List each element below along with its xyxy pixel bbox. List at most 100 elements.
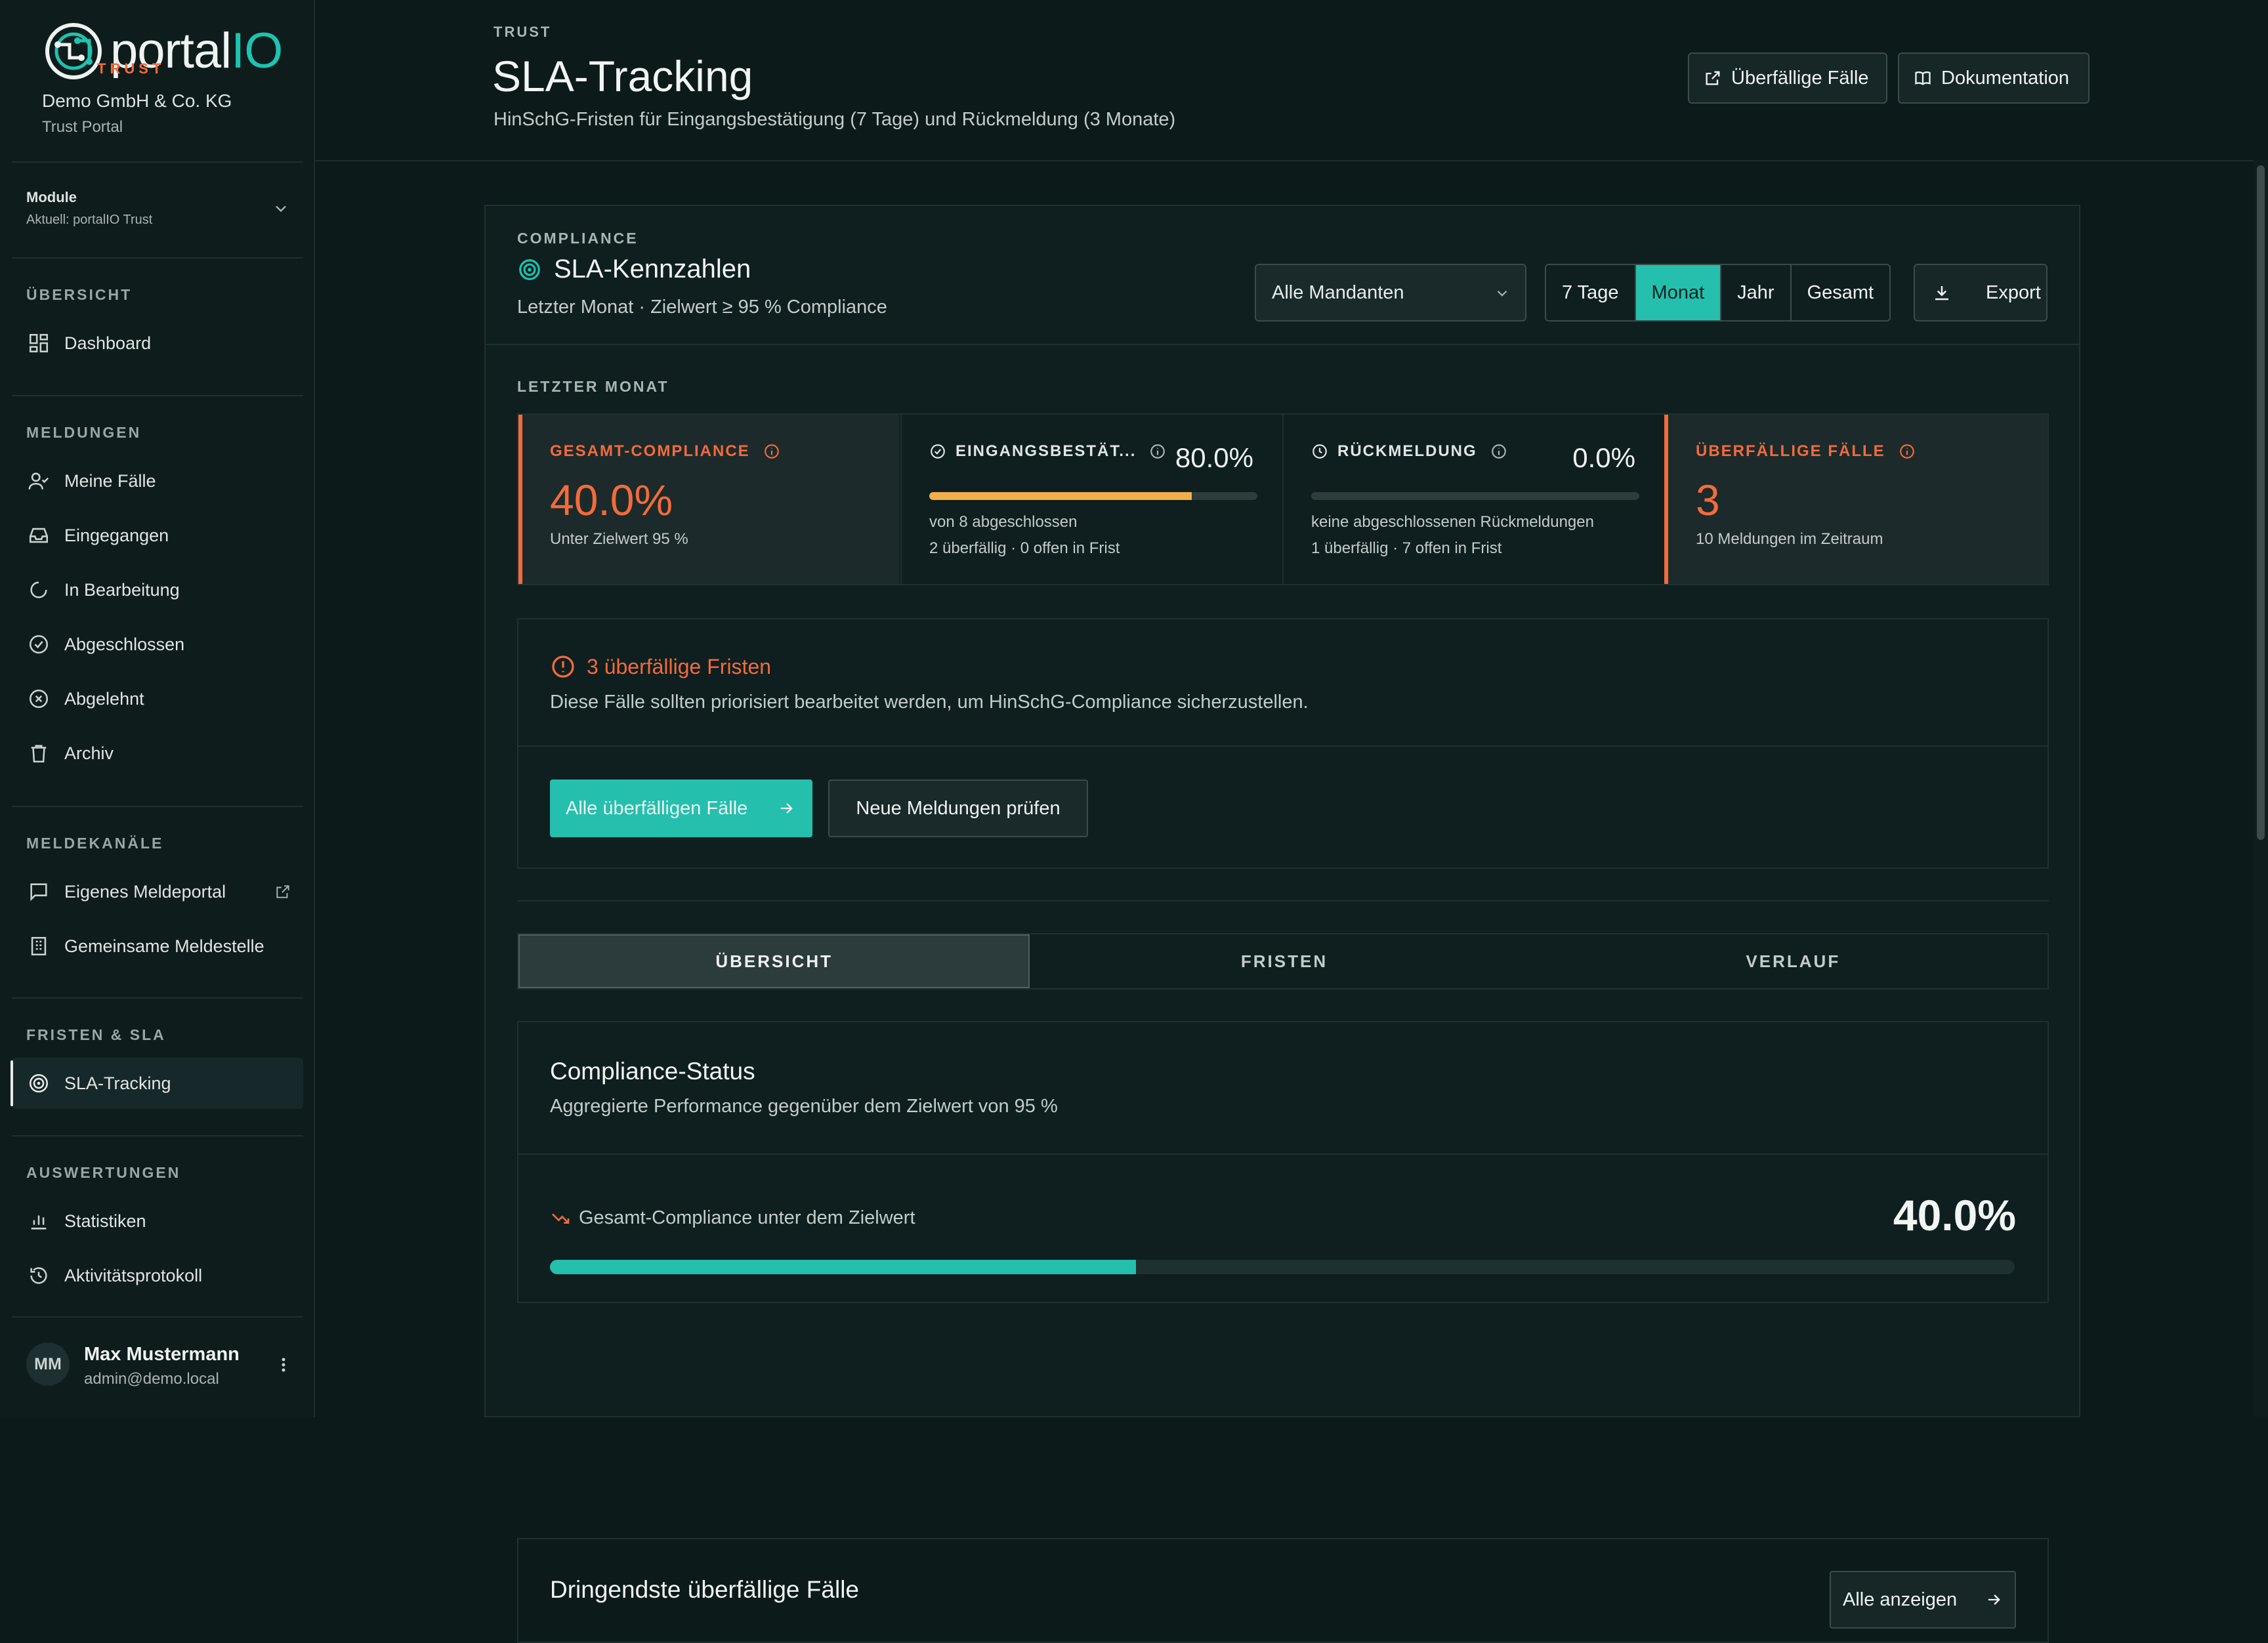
external-link-icon — [1706, 71, 1720, 85]
review-new-reports-button[interactable]: Neue Meldungen prüfen — [828, 780, 1088, 837]
breadcrumb[interactable]: TRUST — [494, 24, 551, 41]
sidebar-item-shared-office[interactable]: Gemeinsame Meldestelle — [12, 921, 303, 972]
chevron-down-icon — [276, 205, 286, 213]
sidebar-item-label: Abgelehnt — [64, 688, 144, 709]
sidebar-item-completed[interactable]: Abgeschlossen — [12, 619, 303, 670]
card-title: Dringendste überfällige Fälle — [550, 1576, 859, 1603]
all-overdue-cases-button[interactable]: Alle überfälligen Fälle — [550, 780, 812, 837]
show-all-button[interactable]: Alle anzeigen — [1830, 1571, 2016, 1629]
kpi-progress-bar — [929, 492, 1257, 500]
sidebar-item-own-portal[interactable]: Eigenes Meldeportal — [12, 866, 303, 917]
panel-title: SLA-Kennzahlen — [517, 255, 751, 284]
external-link-icon — [276, 885, 289, 898]
section-title-deadlines: FRISTEN & SLA — [26, 1026, 166, 1043]
card-title: Compliance-Status — [550, 1058, 755, 1085]
sidebar-item-label: Archiv — [64, 743, 114, 763]
sidebar-item-rejected[interactable]: Abgelehnt — [12, 673, 303, 724]
avatar: MM — [26, 1342, 70, 1386]
sidebar-item-label: Aktivitätsprotokoll — [64, 1265, 203, 1285]
arrow-right-icon — [1988, 1594, 2000, 1605]
period-year[interactable]: Jahr — [1721, 265, 1792, 320]
period-selector: 7 Tage Monat Jahr Gesamt — [1545, 264, 1891, 322]
tab-overview[interactable]: ÜBERSICHT — [518, 934, 1030, 988]
kpi-detail-1: von 8 abgeschlossen — [929, 513, 1078, 531]
sidebar-item-statistics[interactable]: Statistiken — [12, 1196, 303, 1247]
org-name: Demo GmbH & Co. KG — [42, 91, 232, 111]
sidebar-item-received[interactable]: Eingegangen — [12, 510, 303, 561]
info-icon[interactable] — [1149, 443, 1166, 460]
tenant-select[interactable]: Alle Mandanten — [1255, 264, 1526, 322]
divider — [12, 395, 303, 396]
divider — [486, 344, 2079, 345]
sidebar-item-label: Dashboard — [64, 333, 152, 353]
export-label: Export — [1986, 281, 2041, 303]
sidebar-item-label: Gemeinsame Meldestelle — [64, 936, 264, 956]
user-check-icon — [28, 472, 49, 489]
kpi-progress-bar — [1311, 492, 1639, 500]
module-value: Aktuell: portalIO Trust — [26, 213, 153, 227]
download-icon — [1935, 286, 1948, 301]
divider — [12, 997, 303, 999]
sidebar-item-sla-tracking[interactable]: SLA-Tracking — [10, 1058, 303, 1109]
kpi-value: 0.0% — [1572, 442, 1635, 473]
kpi-title-text: ÜBERFÄLLIGE FÄLLE — [1696, 442, 1885, 460]
kpi-grid: GESAMT-COMPLIANCE 40.0% Unter Zielwert 9… — [517, 413, 2049, 585]
inbox-icon — [29, 528, 49, 543]
kpi-progress-fill — [929, 492, 1192, 500]
divider — [518, 745, 2048, 747]
period-total[interactable]: Gesamt — [1791, 265, 1890, 320]
kpi-title: RÜCKMELDUNG — [1311, 442, 1507, 461]
all-overdue-cases-label: Alle überfälligen Fälle — [566, 797, 748, 819]
sidebar-item-in-progress[interactable]: In Bearbeitung — [12, 564, 303, 615]
panel-subtitle: Letzter Monat · Zielwert ≥ 95 % Complian… — [517, 297, 887, 318]
arrow-right-icon — [780, 803, 793, 814]
urgent-overdue-card: Dringendste überfällige Fälle Alle anzei… — [517, 1538, 2049, 1643]
main-content: TRUST SLA-Tracking HinSchG-Fristen für E… — [315, 0, 2268, 1643]
section-title-channels: MELDEKANÄLE — [26, 835, 164, 852]
section-title-reports: MELDUNGEN — [26, 424, 142, 441]
section-title-overview: ÜBERSICHT — [26, 286, 133, 303]
kpi-title: GESAMT-COMPLIANCE — [550, 442, 780, 461]
sidebar-item-label: SLA-Tracking — [64, 1073, 171, 1093]
period-label: LETZTER MONAT — [517, 378, 669, 395]
kpi-value: 80.0% — [1175, 442, 1253, 473]
divider — [12, 1135, 303, 1136]
compliance-progress-bar — [550, 1260, 2015, 1274]
show-all-label: Alle anzeigen — [1843, 1589, 1958, 1610]
kpi-detail-1: keine abgeschlossenen Rückmeldungen — [1311, 513, 1594, 531]
tab-bar: ÜBERSICHT FRISTEN VERLAUF — [517, 933, 2049, 989]
module-switcher[interactable]: Module Aktuell: portalIO Trust — [12, 177, 303, 241]
info-icon[interactable] — [1899, 443, 1916, 460]
user-menu[interactable]: MM Max Mustermann admin@demo.local — [12, 1327, 303, 1405]
kpi-value: 40.0% — [550, 476, 673, 524]
divider — [12, 257, 303, 259]
kpi-title-text: GESAMT-COMPLIANCE — [550, 442, 750, 460]
documentation-button[interactable]: Dokumentation — [1898, 52, 2090, 104]
overdue-cases-button[interactable]: Überfällige Fälle — [1688, 52, 1887, 104]
check-circle-icon — [29, 634, 49, 654]
kpi-feedback: RÜCKMELDUNG 0.0% keine abgeschlossenen R… — [1282, 415, 1663, 584]
sla-panel: COMPLIANCE SLA-Kennzahlen Letzter Monat … — [484, 205, 2080, 1643]
target-icon — [519, 259, 540, 280]
sidebar-item-archive[interactable]: Archiv — [12, 728, 303, 779]
tab-deadlines[interactable]: FRISTEN — [1030, 934, 1538, 988]
info-icon[interactable] — [763, 443, 780, 460]
sidebar-item-dashboard[interactable]: Dashboard — [12, 318, 303, 369]
sidebar-item-activity-log[interactable]: Aktivitätsprotokoll — [12, 1250, 303, 1301]
card-subtitle: Aggregierte Performance gegenüber dem Zi… — [550, 1096, 1058, 1117]
export-button[interactable]: Export — [1914, 264, 2048, 322]
period-7-days[interactable]: 7 Tage — [1546, 265, 1636, 320]
x-circle-icon — [29, 689, 49, 709]
divider — [517, 900, 2049, 902]
tab-history[interactable]: VERLAUF — [1539, 934, 2048, 988]
compliance-status-card: Compliance-Status Aggregierte Performanc… — [517, 1021, 2049, 1303]
info-icon[interactable] — [1490, 443, 1507, 460]
panel-label: COMPLIANCE — [517, 230, 639, 247]
target-icon — [29, 1073, 49, 1093]
scrollbar-thumb[interactable] — [2257, 165, 2265, 840]
module-label: Module — [26, 189, 77, 205]
period-month[interactable]: Monat — [1635, 265, 1722, 320]
documentation-label: Dokumentation — [1941, 67, 2070, 89]
sidebar-item-my-cases[interactable]: Meine Fälle — [12, 455, 303, 507]
more-vertical-icon[interactable] — [276, 1354, 291, 1375]
